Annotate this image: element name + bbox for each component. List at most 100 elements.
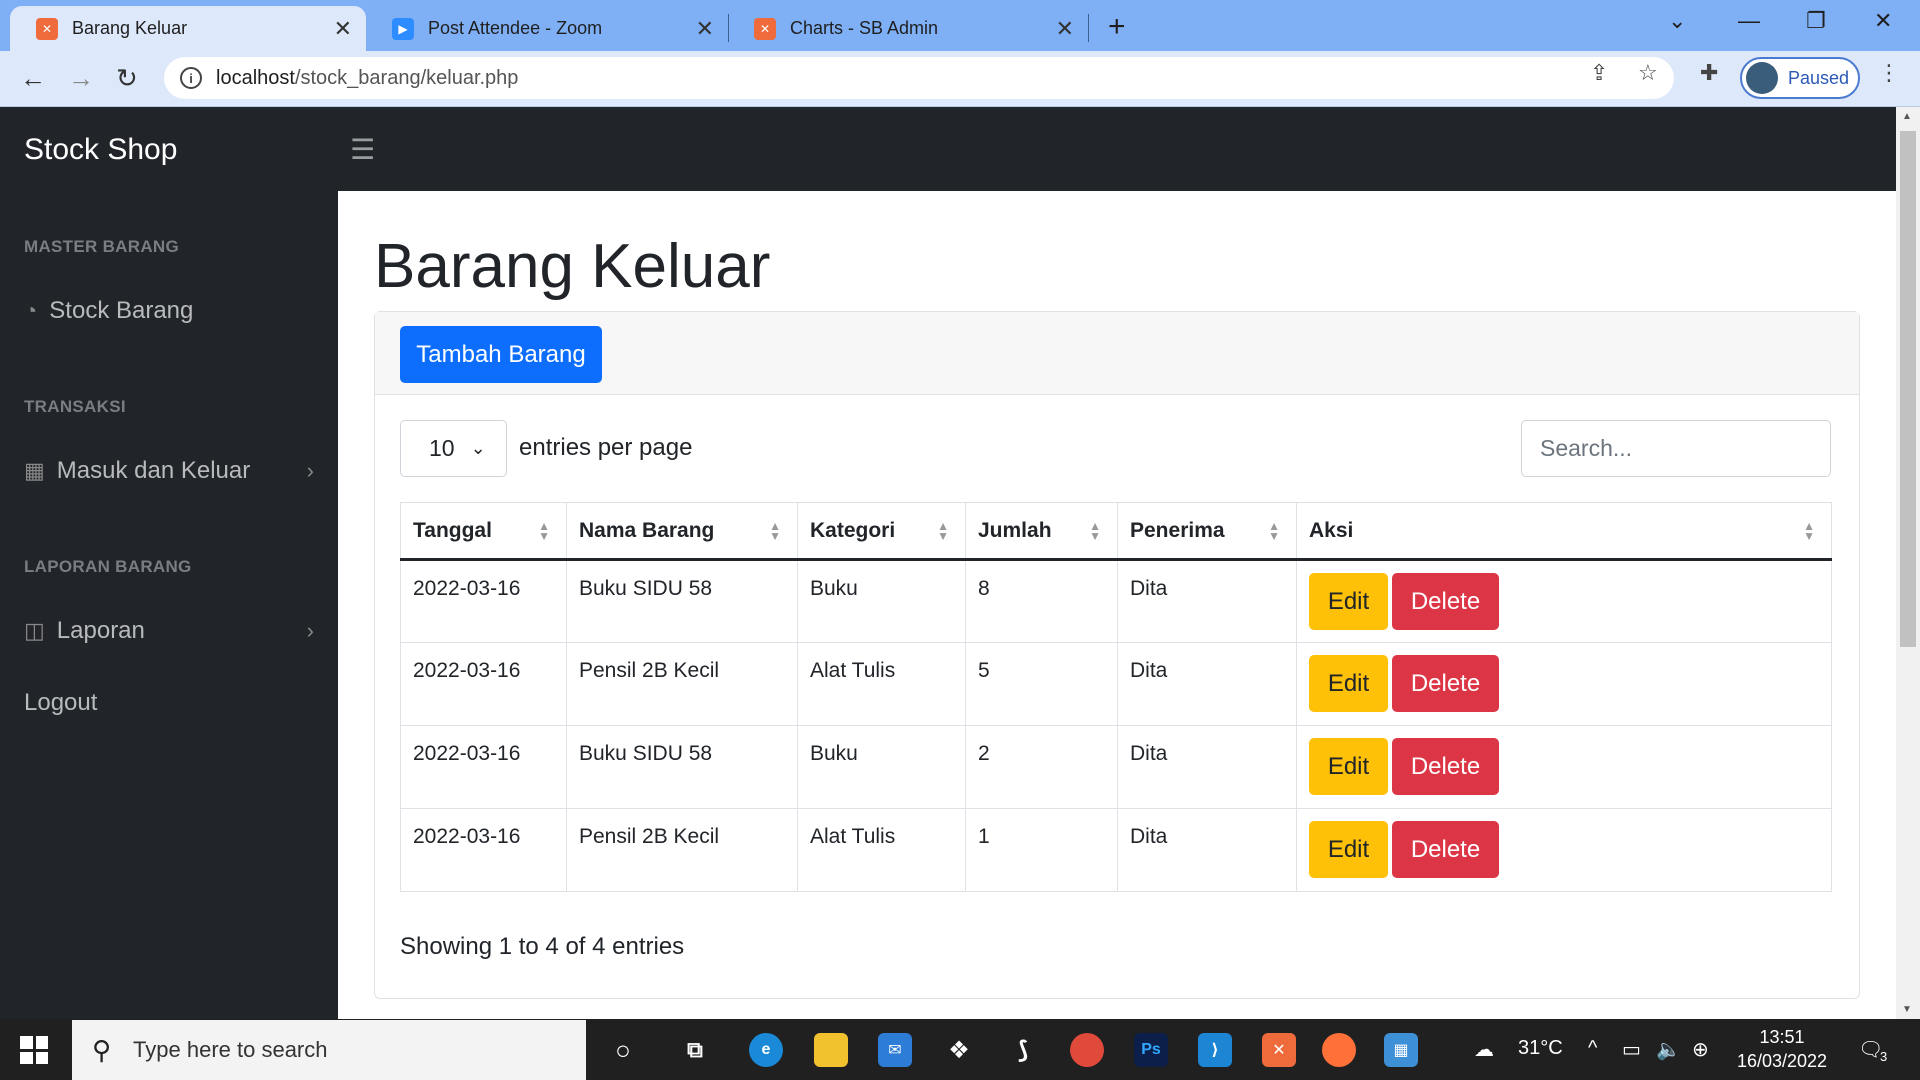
search-icon: ⚲: [92, 1034, 112, 1065]
page-scrollbar[interactable]: ▲ ▼: [1896, 107, 1920, 1019]
column-header-tanggal[interactable]: Tanggal ▲ ▼: [400, 502, 567, 561]
scrollbar-thumb[interactable]: [1900, 131, 1916, 647]
delete-button[interactable]: Delete: [1392, 821, 1499, 878]
column-header-kategori[interactable]: Kategori ▲ ▼: [797, 502, 966, 561]
browser-menu-icon[interactable]: ⋮: [1878, 60, 1900, 86]
data-card: Tambah Barang 10 ⌄ entries per page Sear…: [374, 311, 1860, 999]
column-header-nama-barang[interactable]: Nama Barang ▲ ▼: [566, 502, 798, 561]
sidebar-item-label: Laporan: [56, 617, 145, 644]
sidebar: Stock Shop MASTER BARANG ◔ Stock Barang …: [0, 107, 338, 1019]
entries-per-page-select[interactable]: 10 ⌄: [400, 420, 507, 477]
minimize-icon[interactable]: —: [1738, 8, 1760, 34]
sublime-icon[interactable]: ⟆: [1006, 1033, 1040, 1067]
taskbar-search-box[interactable]: ⚲ Type here to search: [72, 1020, 586, 1080]
column-header-penerima[interactable]: Penerima ▲ ▼: [1117, 502, 1297, 561]
photoshop-icon[interactable]: Ps: [1134, 1033, 1168, 1067]
cell-nama-barang: Buku SIDU 58: [566, 725, 798, 809]
app-icon[interactable]: ▦: [1384, 1033, 1418, 1067]
brand-title[interactable]: Stock Shop: [24, 133, 177, 167]
cell-kategori: Alat Tulis: [797, 642, 966, 726]
edge-icon[interactable]: e: [749, 1033, 783, 1067]
sidebar-item-label: Masuk dan Keluar: [56, 457, 251, 484]
back-icon[interactable]: ←: [20, 63, 46, 94]
cell-kategori: Buku: [797, 725, 966, 809]
cell-penerima: Dita: [1117, 808, 1297, 892]
edit-button[interactable]: Edit: [1309, 655, 1388, 712]
forward-icon[interactable]: →: [68, 63, 94, 94]
scroll-down-icon[interactable]: ▼: [1902, 1004, 1912, 1015]
delete-button[interactable]: Delete: [1392, 655, 1499, 712]
cell-jumlah: 8: [965, 559, 1118, 643]
sort-icon: ▲ ▼: [1089, 519, 1101, 543]
volume-icon[interactable]: 🔈: [1656, 1037, 1681, 1062]
cell-tanggal: 2022-03-16: [400, 642, 567, 726]
sort-icon: ▲ ▼: [937, 519, 949, 543]
cell-aksi: Edit Delete: [1296, 725, 1832, 809]
tab-barang-keluar[interactable]: ✕ Barang Keluar ✕: [10, 6, 366, 51]
cortana-icon[interactable]: ○: [606, 1033, 640, 1067]
close-icon[interactable]: ✕: [696, 16, 714, 42]
chevron-down-icon: ⌄: [470, 438, 486, 458]
tab-search-icon[interactable]: ⌄: [1668, 8, 1686, 34]
delete-button[interactable]: Delete: [1392, 738, 1499, 795]
reload-icon[interactable]: ↻: [116, 63, 138, 94]
cell-aksi: Edit Delete: [1296, 808, 1832, 892]
sort-icon: ▲ ▼: [538, 519, 550, 543]
dropbox-icon[interactable]: ❖: [942, 1033, 976, 1067]
tab-title: Post Attendee - Zoom: [428, 18, 603, 38]
sidebar-item-logout[interactable]: Logout: [24, 689, 314, 717]
system-clock[interactable]: 13:51 16/03/2022: [1734, 1025, 1830, 1073]
temperature[interactable]: 31°C: [1518, 1037, 1563, 1060]
tab-zoom[interactable]: ▶ Post Attendee - Zoom ✕: [366, 6, 728, 51]
xampp-icon[interactable]: ✕: [1262, 1033, 1296, 1067]
cell-tanggal: 2022-03-16: [400, 725, 567, 809]
edit-button[interactable]: Edit: [1309, 573, 1388, 630]
profile-button[interactable]: Paused: [1740, 57, 1860, 99]
file-explorer-icon[interactable]: [814, 1033, 848, 1067]
profile-label: Paused: [1788, 67, 1850, 88]
weather-icon[interactable]: ☁: [1474, 1037, 1494, 1062]
scroll-up-icon[interactable]: ▲: [1902, 111, 1912, 122]
address-bar[interactable]: i localhost/stock_barang/keluar.php: [164, 57, 1674, 99]
cell-kategori: Buku: [797, 559, 966, 643]
chevron-right-icon: ›: [306, 618, 314, 643]
sidebar-heading-laporan: LAPORAN BARANG: [24, 557, 192, 576]
bookmark-star-icon[interactable]: ☆: [1638, 60, 1658, 86]
windows-start-icon[interactable]: [20, 1036, 48, 1064]
tray-chevron-icon[interactable]: ^: [1588, 1037, 1597, 1060]
sidebar-item-masuk-keluar[interactable]: ▦ Masuk dan Keluar ›: [24, 457, 314, 485]
firefox-icon[interactable]: [1322, 1033, 1356, 1067]
sidebar-item-label: Stock Barang: [49, 297, 194, 324]
chrome-icon[interactable]: [1070, 1033, 1104, 1067]
tab-title: Charts - SB Admin: [790, 18, 939, 38]
url-text: localhost/stock_barang/keluar.php: [216, 66, 519, 89]
delete-button[interactable]: Delete: [1392, 573, 1499, 630]
task-view-icon[interactable]: ⧉: [678, 1033, 712, 1067]
sidebar-toggle-icon[interactable]: ☰: [350, 133, 375, 166]
language-globe-icon[interactable]: ⊕: [1692, 1037, 1709, 1062]
search-input[interactable]: Search...: [1521, 420, 1831, 477]
restore-icon[interactable]: ❐: [1806, 8, 1826, 34]
close-icon[interactable]: ✕: [334, 16, 352, 42]
mail-icon[interactable]: ✉: [878, 1033, 912, 1067]
vscode-icon[interactable]: ⟩: [1198, 1033, 1232, 1067]
cell-tanggal: 2022-03-16: [400, 808, 567, 892]
sidebar-item-stock-barang[interactable]: ◔ Stock Barang: [24, 297, 314, 325]
window-close-icon[interactable]: ✕: [1874, 8, 1892, 34]
new-tab-icon[interactable]: +: [1108, 10, 1126, 44]
close-icon[interactable]: ✕: [1056, 16, 1074, 42]
windows-taskbar: ⚲ Type here to search ○ ⧉ e ✉ ❖ ⟆ Ps ⟩ ✕…: [0, 1019, 1920, 1080]
tab-separator: [1088, 14, 1089, 42]
share-icon[interactable]: ⇪: [1590, 60, 1608, 86]
tab-charts[interactable]: ✕ Charts - SB Admin ✕: [728, 6, 1088, 51]
edit-button[interactable]: Edit: [1309, 821, 1388, 878]
column-header-aksi[interactable]: Aksi ▲ ▼: [1296, 502, 1832, 561]
battery-icon[interactable]: ▭: [1622, 1037, 1641, 1062]
edit-button[interactable]: Edit: [1309, 738, 1388, 795]
add-item-button[interactable]: Tambah Barang: [400, 326, 602, 383]
extensions-icon[interactable]: ✚: [1700, 60, 1718, 86]
site-info-icon[interactable]: i: [180, 67, 202, 89]
sidebar-item-laporan[interactable]: ◫ Laporan ›: [24, 617, 314, 645]
avatar: [1746, 62, 1778, 94]
column-header-jumlah[interactable]: Jumlah ▲ ▼: [965, 502, 1118, 561]
